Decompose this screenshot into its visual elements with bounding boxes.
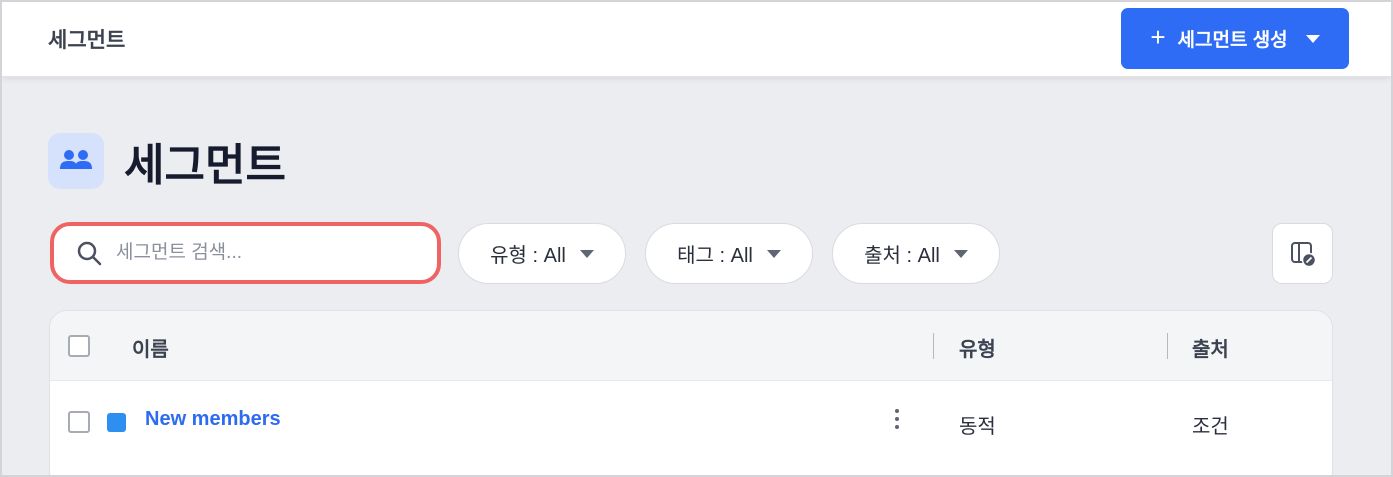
filter-tag[interactable]: 태그 : All	[645, 223, 813, 284]
filter-source[interactable]: 출처 : All	[832, 223, 1000, 284]
topbar-title: 세그먼트	[48, 29, 126, 52]
column-divider[interactable]	[933, 333, 934, 359]
chevron-down-icon	[579, 249, 594, 258]
app-frame: 세그먼트 + 세그먼트 생성 세그먼트 유형 : All 태그 : All	[0, 0, 1393, 477]
page-title: 세그먼트	[124, 141, 286, 190]
column-source-header[interactable]: 출처	[1192, 333, 1229, 362]
segment-table: 이름 유형 출처 New members 동적 조건	[49, 310, 1333, 475]
search-box[interactable]	[50, 222, 441, 284]
column-divider[interactable]	[1167, 333, 1168, 359]
search-icon	[77, 241, 102, 266]
row-checkbox[interactable]	[68, 411, 90, 433]
column-type-header[interactable]: 유형	[959, 333, 996, 362]
segment-source: 조건	[1192, 416, 1229, 438]
table-row[interactable]: New members 동적 조건	[50, 381, 1332, 471]
filter-source-label: 출처 : All	[864, 245, 940, 267]
column-name-header[interactable]: 이름	[132, 333, 169, 362]
plus-icon: +	[1150, 22, 1166, 52]
create-segment-label: 세그먼트 생성	[1177, 30, 1288, 51]
filter-type-label: 유형 : All	[490, 245, 566, 267]
segment-type: 동적	[959, 416, 996, 438]
filter-type[interactable]: 유형 : All	[458, 223, 626, 284]
column-edit-icon	[1290, 241, 1316, 267]
table-header: 이름 유형 출처	[50, 311, 1332, 381]
select-all-checkbox[interactable]	[68, 335, 90, 357]
search-input[interactable]	[116, 242, 396, 264]
column-settings-button[interactable]	[1272, 223, 1333, 284]
top-bar: 세그먼트 + 세그먼트 생성	[2, 2, 1391, 77]
create-segment-button[interactable]: + 세그먼트 생성	[1121, 8, 1349, 69]
segment-name-link[interactable]: New members	[145, 408, 281, 431]
chevron-down-icon	[766, 249, 781, 258]
people-icon	[48, 133, 104, 189]
filter-tag-label: 태그 : All	[677, 245, 753, 267]
more-options-icon[interactable]	[893, 409, 901, 429]
page-heading: 세그먼트	[48, 129, 286, 193]
chevron-down-icon	[953, 249, 968, 258]
segment-color-tag	[107, 413, 126, 432]
chevron-down-icon	[1305, 34, 1320, 43]
